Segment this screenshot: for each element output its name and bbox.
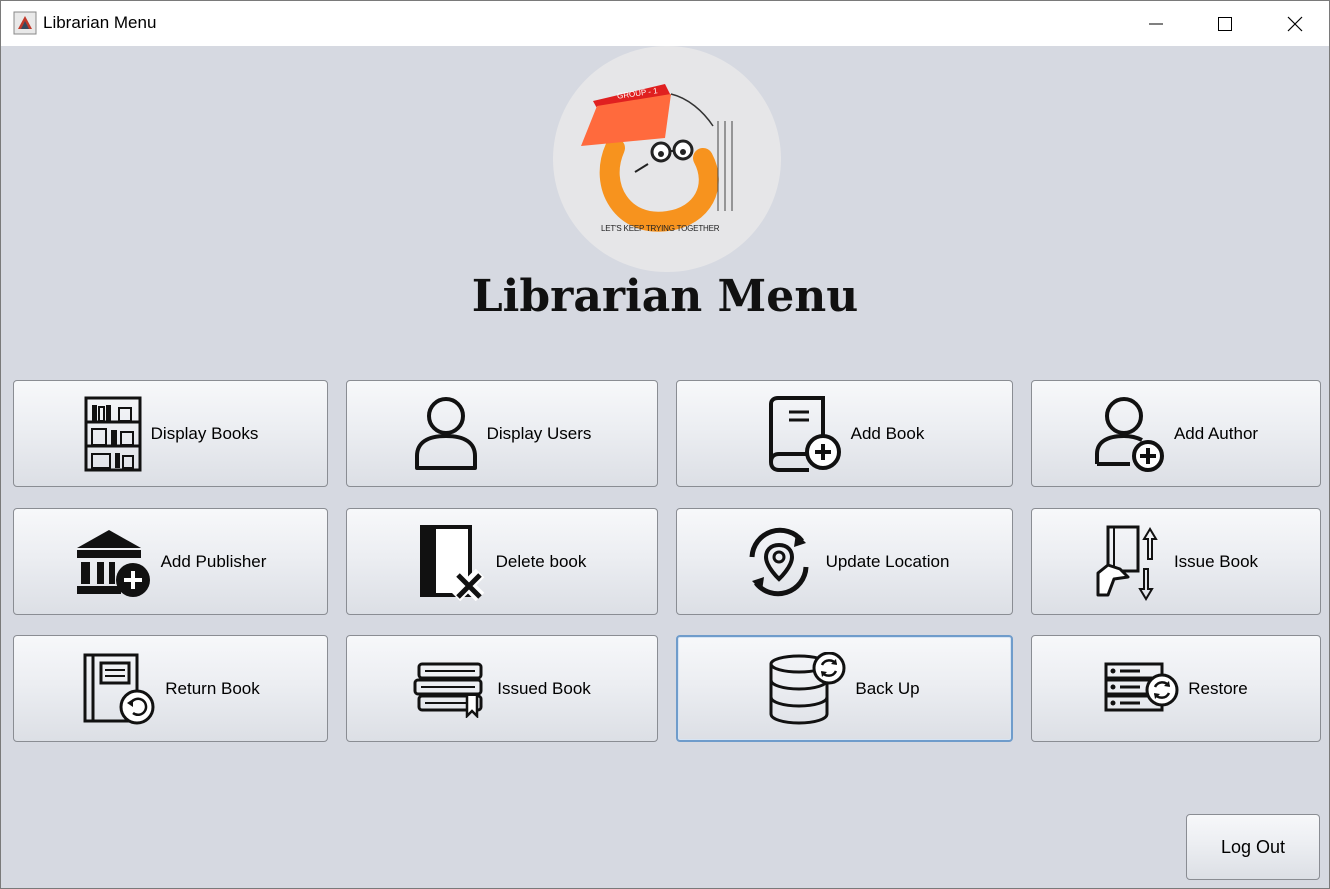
restore-label: Restore <box>1188 678 1248 698</box>
close-button[interactable] <box>1260 1 1329 46</box>
add-book-button[interactable]: Add Book <box>676 380 1013 487</box>
window-title: Librarian Menu <box>43 13 157 32</box>
delete-book-label: Delete book <box>495 551 587 571</box>
display-users-label: Display Users <box>486 423 592 443</box>
add-book-icon <box>768 395 841 472</box>
back-up-label: Back Up <box>855 678 920 698</box>
maximize-button[interactable] <box>1190 1 1260 46</box>
minimize-button[interactable] <box>1121 1 1191 46</box>
logo-slogan: LET'S KEEP TRYING TOGETHER <box>601 224 720 233</box>
issued-book-label: Issued Book <box>497 678 591 698</box>
issued-book-button[interactable]: Issued Book <box>346 635 658 742</box>
user-icon <box>414 396 477 470</box>
update-location-label: Update Location <box>825 551 950 571</box>
server-restore-icon <box>1104 662 1179 711</box>
delete-book-button[interactable]: Delete book <box>346 508 658 615</box>
log-out-button[interactable]: Log Out <box>1186 814 1320 880</box>
group-logo: GROUP - 1 LET'S KEEP TRYING TOGETHER <box>553 46 781 272</box>
update-location-button[interactable]: Update Location <box>676 508 1013 615</box>
restore-button[interactable]: Restore <box>1031 635 1321 742</box>
display-users-button[interactable]: Display Users <box>346 380 658 487</box>
maximize-icon <box>1218 16 1232 31</box>
bookshelf-icon <box>84 396 142 471</box>
add-author-icon <box>1094 396 1164 472</box>
back-up-button[interactable]: Back Up <box>676 635 1013 742</box>
page-heading: Librarian Menu <box>471 271 859 322</box>
add-publisher-button[interactable]: Add Publisher <box>13 508 328 615</box>
update-location-icon <box>749 527 809 596</box>
issue-book-icon <box>1096 525 1158 601</box>
display-books-button[interactable]: Display Books <box>13 380 328 487</box>
return-book-label: Return Book <box>165 678 260 698</box>
main-content: GROUP - 1 LET'S KEEP TRYING TOGETHER Lib… <box>1 46 1329 888</box>
database-backup-icon <box>769 651 846 725</box>
issue-book-label: Issue Book <box>1173 551 1259 571</box>
add-book-label: Add Book <box>850 423 925 443</box>
delete-book-icon <box>419 524 484 601</box>
display-books-label: Display Books <box>150 423 259 443</box>
add-publisher-icon <box>76 529 150 597</box>
add-author-label: Add Author <box>1173 423 1259 443</box>
issue-book-button[interactable]: Issue Book <box>1031 508 1321 615</box>
issued-books-icon <box>413 662 483 718</box>
close-icon <box>1287 16 1303 31</box>
minimize-icon <box>1149 23 1163 24</box>
librarian-menu-window: Librarian Menu GROUP - 1 LET'S KEEP TRYI… <box>0 0 1330 889</box>
title-bar[interactable]: Librarian Menu <box>1 1 1329 46</box>
return-book-icon <box>83 653 155 724</box>
java-app-icon <box>13 11 37 35</box>
add-publisher-label: Add Publisher <box>160 551 267 571</box>
return-book-button[interactable]: Return Book <box>13 635 328 742</box>
logo-artwork <box>581 84 733 232</box>
add-author-button[interactable]: Add Author <box>1031 380 1321 487</box>
